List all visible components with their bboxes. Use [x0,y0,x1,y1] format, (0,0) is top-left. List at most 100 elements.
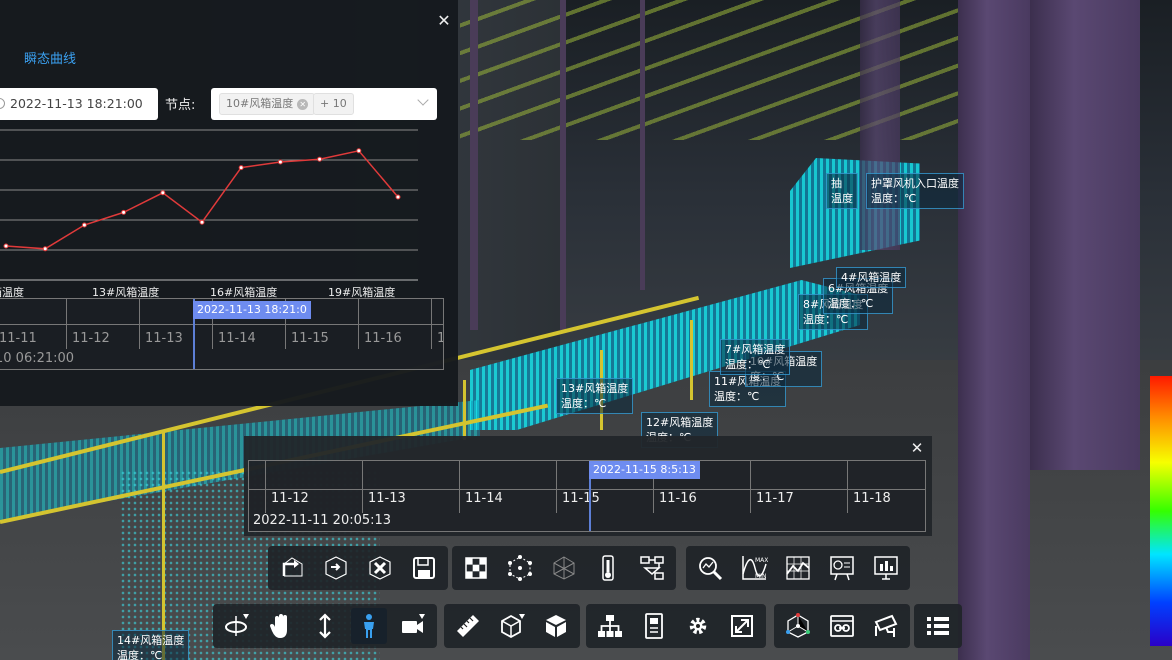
curve-chart: 风箱温度 13#风箱温度 16#风箱温度 19#风箱温度 [0,129,418,299]
sensor-tag-value: 温度 [831,192,853,205]
zoom-scan-icon [699,557,723,581]
sensor-tag-value: 温度：℃ [714,390,760,403]
timeline-label: 11-13 [368,491,406,506]
timeline-label: 11-15 [291,331,329,346]
timeline-tick [431,299,432,349]
scene-pillar [1030,0,1140,470]
cube-arrow-button[interactable] [318,550,354,586]
cube-network-icon [786,613,810,638]
chip-close-icon[interactable]: ✕ [297,98,309,110]
sensor-tag[interactable]: 4#风箱温度 [836,267,907,288]
ruler-icon [457,615,479,637]
tree-button[interactable] [592,608,628,644]
cctv-button[interactable] [868,608,904,644]
svg-text:MAX: MAX [755,557,768,564]
scene-pillar [958,0,1030,660]
sensor-tag[interactable]: 抽温度 [826,173,858,209]
node-select[interactable]: 10#风箱温度 ✕ + 10 [211,88,437,120]
scene-ceiling [460,0,980,140]
grid-chart-button[interactable] [780,550,816,586]
cube-network-button[interactable] [780,608,816,644]
camera-icon [402,614,425,633]
grid-chart-icon [786,556,810,580]
sensor-tag-name: 7#风箱温度 [725,343,786,356]
curve-point[interactable] [356,148,362,154]
curve-point[interactable] [3,243,9,249]
node-label: 节点: [165,98,196,113]
arrow-corner-button[interactable] [274,550,310,586]
curve-timeline[interactable]: 11-11 11-12 11-13 11-14 11-15 11-16 11 2022-11… [0,298,444,370]
timeline-start: 10 06:21:00 [0,351,75,366]
scene-railing-post [463,380,466,440]
ruler-button[interactable] [450,608,486,644]
curve-point[interactable] [199,219,205,225]
rotate-button[interactable] [219,608,255,644]
vertical-arrows-button[interactable] [307,608,343,644]
gear-button[interactable] [680,608,716,644]
x-tick-label: 19#风箱温度 [328,285,395,299]
close-icon[interactable]: ✕ [908,439,926,459]
list-button[interactable] [920,608,956,644]
timeline-tick [358,299,359,349]
cube-icon [546,615,566,637]
scene-truss [560,0,566,330]
box-plus-button[interactable] [494,608,530,644]
x-tick-label: 13#风箱温度 [92,285,159,299]
clock-icon [0,98,5,109]
curve-point[interactable] [121,209,127,215]
curve-point[interactable] [317,156,323,162]
sensor-tag[interactable]: 13#风箱温度 温度：℃ [556,378,634,414]
sensor-tag[interactable]: 7#风箱温度 温度：℃ [720,339,791,375]
device-button[interactable] [636,608,672,644]
cube-nodes-button[interactable] [502,550,538,586]
curve-point[interactable] [81,222,87,228]
sensor-tag[interactable]: 14#风箱温度 温度：℃ [112,630,190,660]
time-slider[interactable]: 11-12 11-13 11-14 11-15 11-16 11-17 11-18 2022… [248,460,926,532]
save-button[interactable] [406,550,442,586]
gauge-board-button[interactable] [824,550,860,586]
curve-point[interactable] [160,190,166,196]
time-picker[interactable]: 2022-11-13 18:21:00 [0,88,158,120]
resize-button[interactable] [724,608,760,644]
timeline-tick [459,461,460,513]
curve-point[interactable] [42,246,48,252]
sensor-tag-name: 12#风箱温度 [646,416,714,429]
curve-point[interactable] [238,165,244,171]
monitor-chart-icon [874,556,898,580]
cube-arrow-icon [325,556,347,580]
cube-wire-button[interactable] [546,550,582,586]
timeline-label: 11-17 [756,491,794,506]
sensor-tag[interactable]: 护罩风机入口温度 温度：℃ [866,173,964,209]
link-window-button[interactable] [824,608,860,644]
curve-point[interactable] [277,159,283,165]
sensor-tag-value: 温度：℃ [117,649,163,660]
flowchart-button[interactable] [634,550,670,586]
person-button[interactable] [351,608,387,644]
toolbar-bottom-group [444,604,580,648]
curve-point[interactable] [395,194,401,200]
camera-button[interactable] [395,608,431,644]
list-icon [927,617,949,635]
cube-button[interactable] [538,608,574,644]
monitor-chart-button[interactable] [868,550,904,586]
max-min-curve-button[interactable]: MAX MIN [736,550,772,586]
zoom-scan-button[interactable] [692,550,728,586]
close-icon[interactable]: ✕ [436,12,452,30]
timeline-label: 11-14 [218,331,256,346]
timeline-label: 11-16 [364,331,402,346]
cube-x-button[interactable] [362,550,398,586]
timeline-label: 11-13 [145,331,183,346]
tab-transient-curve[interactable]: 瞬态曲线 [24,48,76,67]
box-plus-icon [501,614,525,639]
curve-panel: ✕ 瞬态曲线 2022-11-13 18:21:00 节点: 10#风箱温度 ✕ … [0,0,458,406]
thermometer-button[interactable] [590,550,626,586]
time-slider-panel: ✕ 11-12 11-13 11-14 11-15 11-16 11-17 11-18 20… [244,436,932,536]
node-chip-label: 10#风箱温度 [226,97,294,110]
checker-button[interactable] [458,550,494,586]
link-window-icon [830,615,854,637]
timeline-cursor-label: 2022-11-15 8:5:13 [589,461,700,479]
cube-nodes-icon [508,555,532,581]
sensor-tag-name: 4#风箱温度 [841,271,902,284]
hand-button[interactable] [263,608,299,644]
toolbar-top-group [452,546,676,590]
